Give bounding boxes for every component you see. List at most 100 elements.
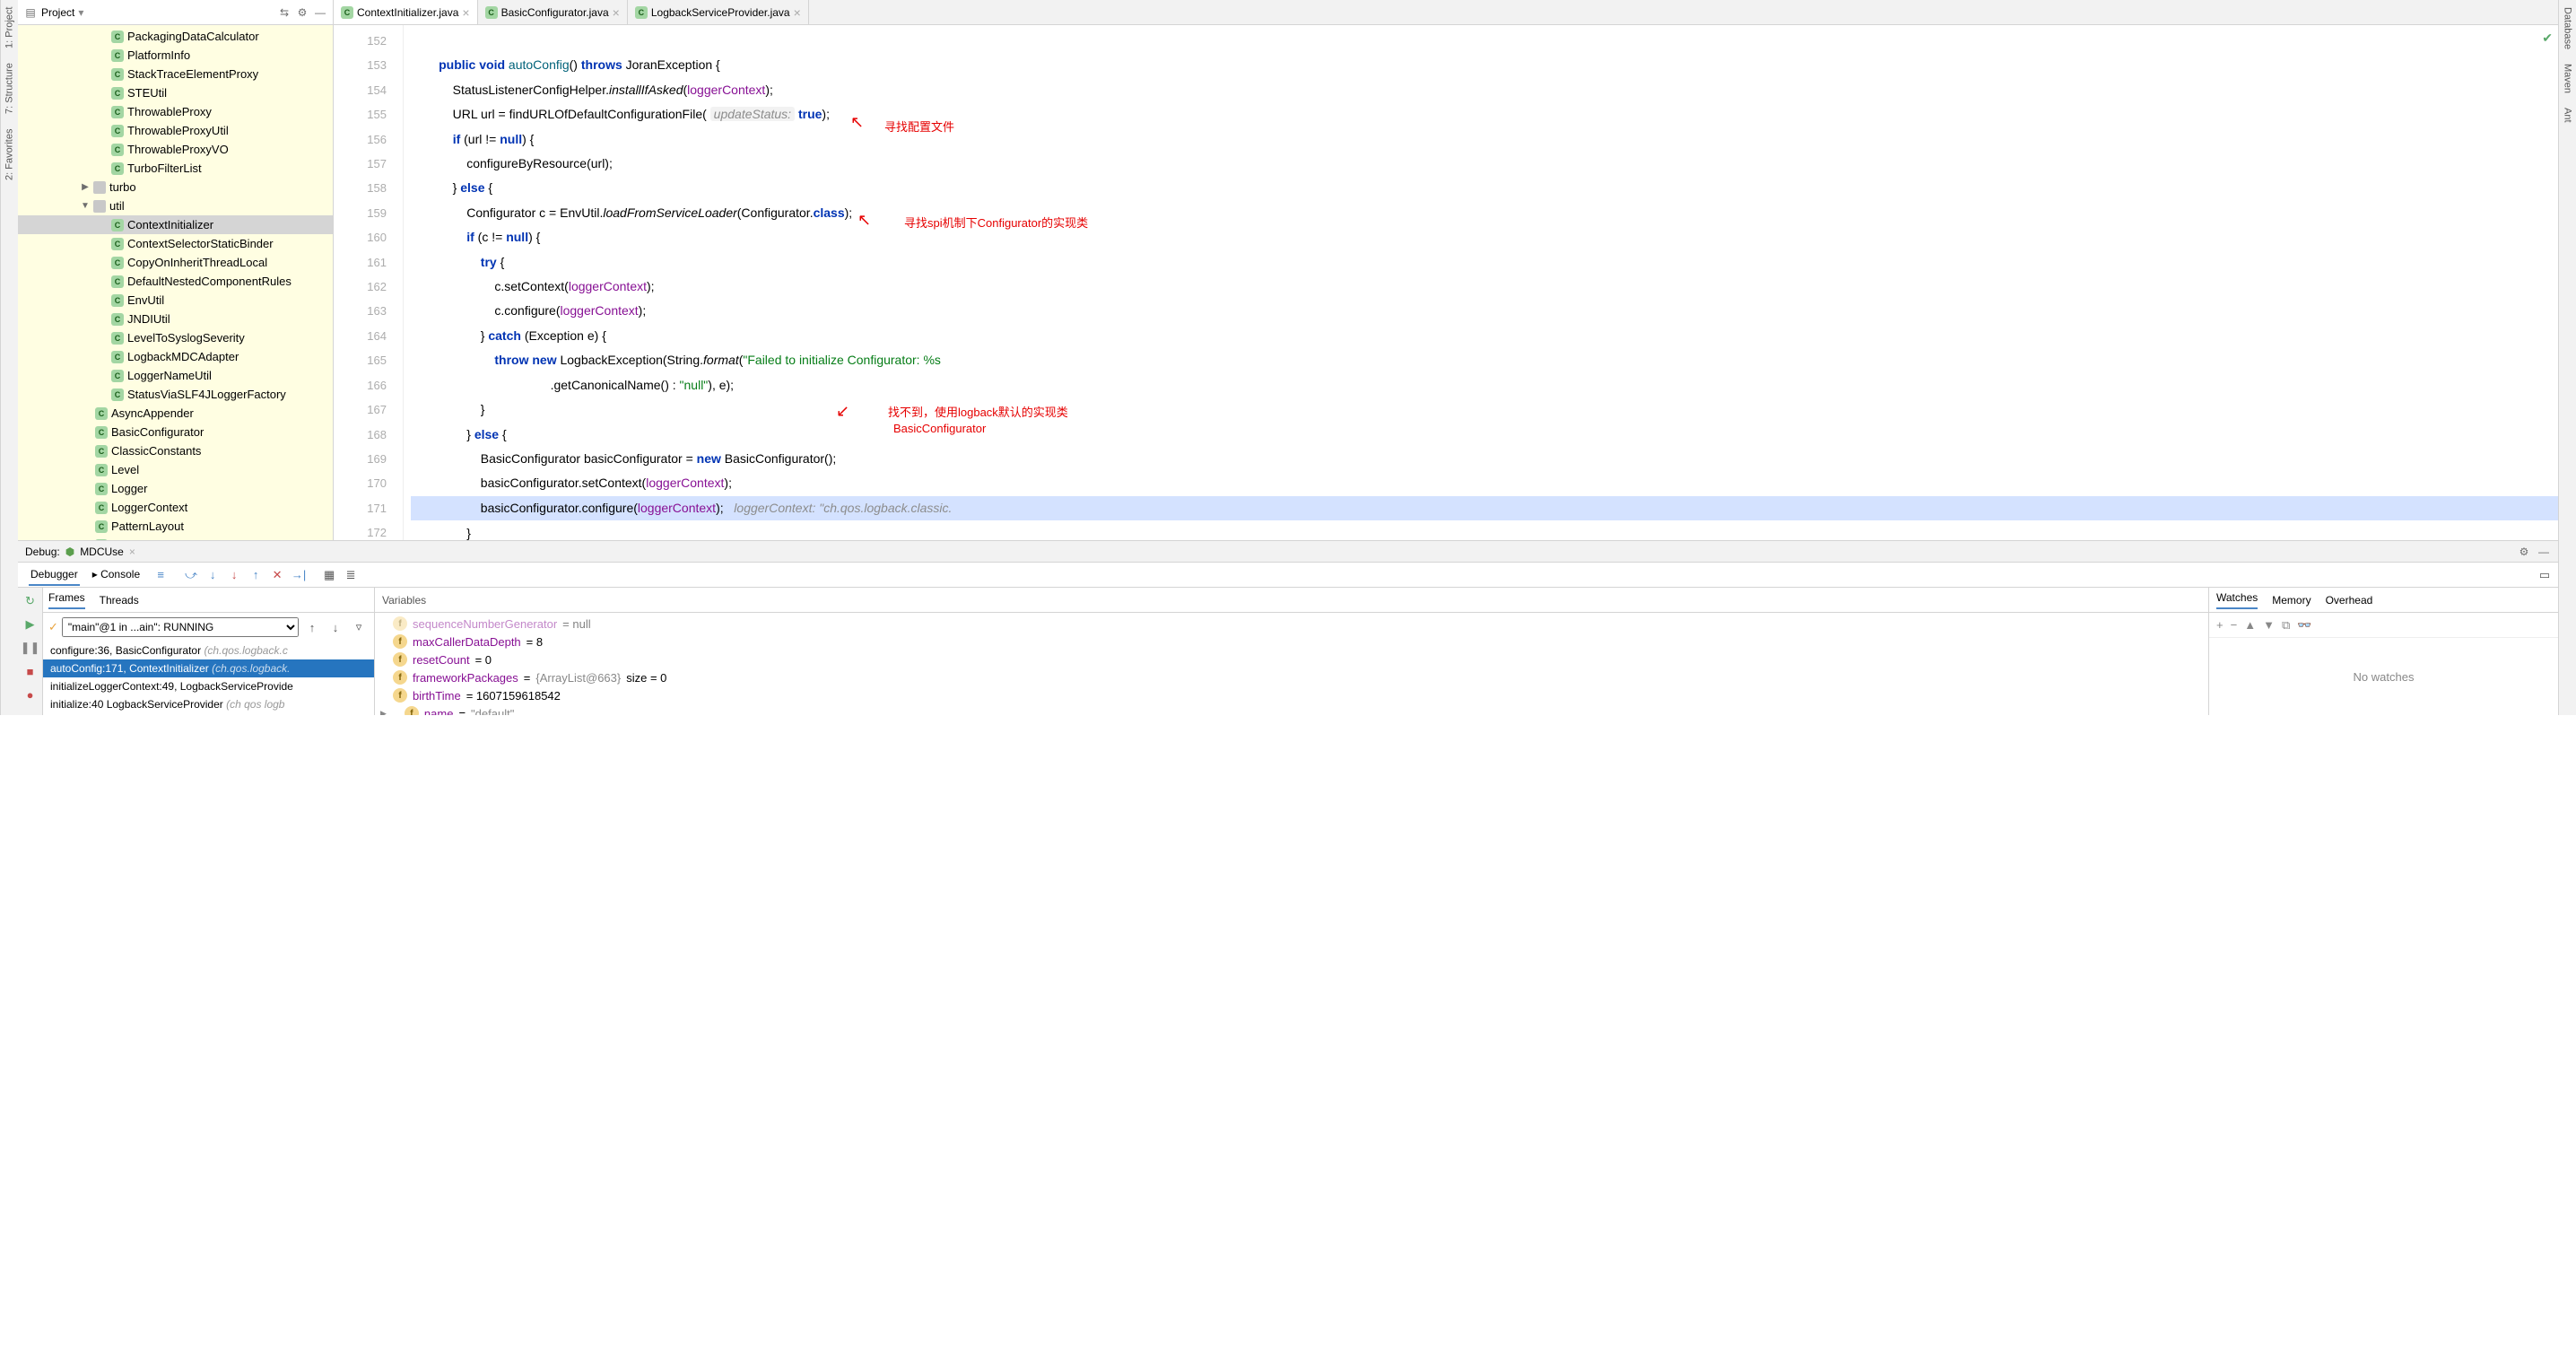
code-area[interactable]: ✔ 15215315415515615715815916016116216316… [334, 25, 2558, 540]
tree-item[interactable]: CStatusViaSLF4JLoggerFactory [18, 385, 333, 404]
rail-ant[interactable]: Ant [2563, 108, 2573, 123]
debug-config[interactable]: MDCUse [80, 546, 124, 558]
add-watch-icon[interactable]: + [2216, 618, 2224, 632]
tree-item[interactable]: CThrowableProxyUtil [18, 121, 333, 140]
filter-icon[interactable]: ▿ [349, 617, 369, 637]
frames-list[interactable]: configure:36, BasicConfigurator (ch.qos.… [43, 642, 374, 715]
minimize-icon[interactable]: — [2537, 545, 2551, 559]
tab-memory[interactable]: Memory [2272, 594, 2311, 607]
tree-item[interactable]: CEnvUtil [18, 291, 333, 310]
tree-item[interactable]: CContextInitializer [18, 215, 333, 234]
frame-row[interactable]: autoConfig:171, ContextInitializer (ch.q… [43, 659, 374, 677]
minimize-icon[interactable]: — [313, 5, 327, 20]
stop-icon[interactable]: ■ [21, 661, 40, 681]
tab-frames[interactable]: Frames [48, 591, 85, 609]
line-number: 163 [337, 299, 387, 323]
step-into-icon[interactable]: ↓ [203, 565, 222, 585]
tree-item[interactable]: CThrowableProxyVO [18, 140, 333, 159]
dropdown-icon[interactable]: ▾ [78, 6, 83, 19]
tab-threads[interactable]: Threads [100, 594, 139, 607]
expand-icon[interactable]: ▶ [81, 182, 90, 192]
run-to-cursor-icon[interactable]: →| [289, 565, 309, 585]
tab-console[interactable]: ▸ Console [91, 564, 142, 586]
close-icon[interactable]: × [613, 5, 620, 20]
variables-list[interactable]: f sequenceNumberGenerator = nullf maxCal… [375, 613, 2208, 715]
tree-item[interactable]: CPackagingDataCalculator [18, 27, 333, 46]
thread-selector[interactable]: "main"@1 in ...ain": RUNNING [62, 617, 299, 637]
variable-row[interactable]: f birthTime = 1607159618542 [375, 686, 2208, 704]
prev-frame-icon[interactable]: ↑ [302, 617, 322, 637]
tree-item[interactable]: CContextSelectorStaticBinder [18, 234, 333, 253]
project-tree[interactable]: CPackagingDataCalculatorCPlatformInfoCSt… [18, 25, 333, 540]
tree-item[interactable]: CLoggerNameUtil [18, 366, 333, 385]
rail-structure[interactable]: 7: Structure [4, 63, 15, 114]
threads-icon[interactable]: ≡ [151, 565, 170, 585]
frame-row[interactable]: configure:36, BasicConfigurator (ch.qos.… [43, 642, 374, 659]
tree-item[interactable]: CJNDIUtil [18, 310, 333, 328]
tree-item[interactable]: CPatternLayout [18, 517, 333, 536]
rail-database[interactable]: Database [2563, 7, 2573, 49]
tree-item[interactable]: CLogger [18, 479, 333, 498]
tab-debugger[interactable]: Debugger [29, 564, 80, 586]
gear-icon[interactable]: ⚙ [295, 5, 309, 20]
tree-item[interactable]: CThrowableProxy [18, 102, 333, 121]
tree-item[interactable]: ▶turbo [18, 178, 333, 196]
rail-maven[interactable]: Maven [2563, 64, 2573, 93]
expand-icon[interactable]: ▼ [81, 201, 90, 211]
frame-row[interactable]: initializeLoggerContext:49, LogbackServi… [43, 677, 374, 695]
tree-item[interactable]: CLoggerContext [18, 498, 333, 517]
tree-item[interactable]: CPlatformInfo [18, 46, 333, 65]
frame-row[interactable]: initialize:40 LogbackServiceProvider (ch… [43, 695, 374, 713]
tree-item[interactable]: CSTEUtil [18, 83, 333, 102]
variable-row[interactable]: f sequenceNumberGenerator = null [375, 615, 2208, 633]
gear-icon[interactable]: ⚙ [2517, 545, 2531, 559]
tree-item[interactable]: CCopyOnInheritThreadLocal [18, 253, 333, 272]
down-icon[interactable]: ▼ [2263, 618, 2275, 632]
tree-item[interactable]: CClassicConstants [18, 441, 333, 460]
variable-row[interactable]: ▶f name = "default" [375, 704, 2208, 715]
tree-item[interactable]: CLevelToSyslogSeverity [18, 328, 333, 347]
tree-item[interactable]: CStackTraceElementProxy [18, 65, 333, 83]
remove-watch-icon[interactable]: − [2231, 618, 2238, 632]
variable-row[interactable]: f maxCallerDataDepth = 8 [375, 633, 2208, 650]
copy-icon[interactable]: ⧉ [2282, 618, 2290, 633]
layout-icon[interactable]: ▭ [2535, 565, 2554, 585]
project-title[interactable]: Project [41, 6, 74, 19]
variable-row[interactable]: f resetCount = 0 [375, 650, 2208, 668]
tree-item[interactable]: CBasicConfigurator [18, 423, 333, 441]
rerun-icon[interactable]: ↻ [21, 591, 40, 611]
tree-item[interactable]: ▼util [18, 196, 333, 215]
close-icon[interactable]: × [794, 5, 801, 20]
tree-item[interactable]: CAsyncAppender [18, 404, 333, 423]
next-frame-icon[interactable]: ↓ [326, 617, 345, 637]
close-icon[interactable]: × [129, 546, 135, 558]
code-content[interactable]: public void autoConfig() throws JoranExc… [411, 25, 2558, 540]
drop-frame-icon[interactable]: ✕ [267, 565, 287, 585]
trace-icon[interactable]: ≣ [341, 565, 361, 585]
tree-item[interactable]: CDefaultNestedComponentRules [18, 272, 333, 291]
tree-item[interactable]: CLevel [18, 460, 333, 479]
pause-icon[interactable]: ❚❚ [21, 638, 40, 658]
tree-item[interactable]: CLogbackMDCAdapter [18, 347, 333, 366]
rail-project[interactable]: 1: Project [4, 7, 15, 48]
step-over-icon[interactable]: ⤻ [181, 565, 201, 585]
breakpoints-icon[interactable]: ● [21, 685, 40, 704]
rail-favorites[interactable]: 2: Favorites [4, 128, 15, 179]
glasses-icon[interactable]: 👓 [2297, 618, 2311, 633]
collapse-icon[interactable]: ⇆ [277, 5, 292, 20]
evaluate-icon[interactable]: ▦ [319, 565, 339, 585]
tree-item[interactable]: CTurboFilterList [18, 159, 333, 178]
step-out-icon[interactable]: ↑ [246, 565, 265, 585]
right-tool-rail[interactable]: Database Maven Ant [2558, 0, 2576, 715]
variable-row[interactable]: f frameworkPackages = {ArrayList@663} si… [375, 668, 2208, 686]
editor-tab[interactable]: CContextInitializer.java× [334, 0, 478, 24]
up-icon[interactable]: ▲ [2244, 618, 2256, 632]
force-step-into-icon[interactable]: ↓ [224, 565, 244, 585]
left-tool-rail[interactable]: 2: Favorites 7: Structure 1: Project [0, 0, 18, 715]
editor-tab[interactable]: CBasicConfigurator.java× [478, 0, 628, 24]
tab-watches[interactable]: Watches [2216, 591, 2258, 609]
resume-icon[interactable]: ▶ [21, 615, 40, 634]
editor-tab[interactable]: CLogbackServiceProvider.java× [628, 0, 809, 24]
tab-overhead[interactable]: Overhead [2326, 594, 2373, 607]
close-icon[interactable]: × [462, 5, 469, 20]
